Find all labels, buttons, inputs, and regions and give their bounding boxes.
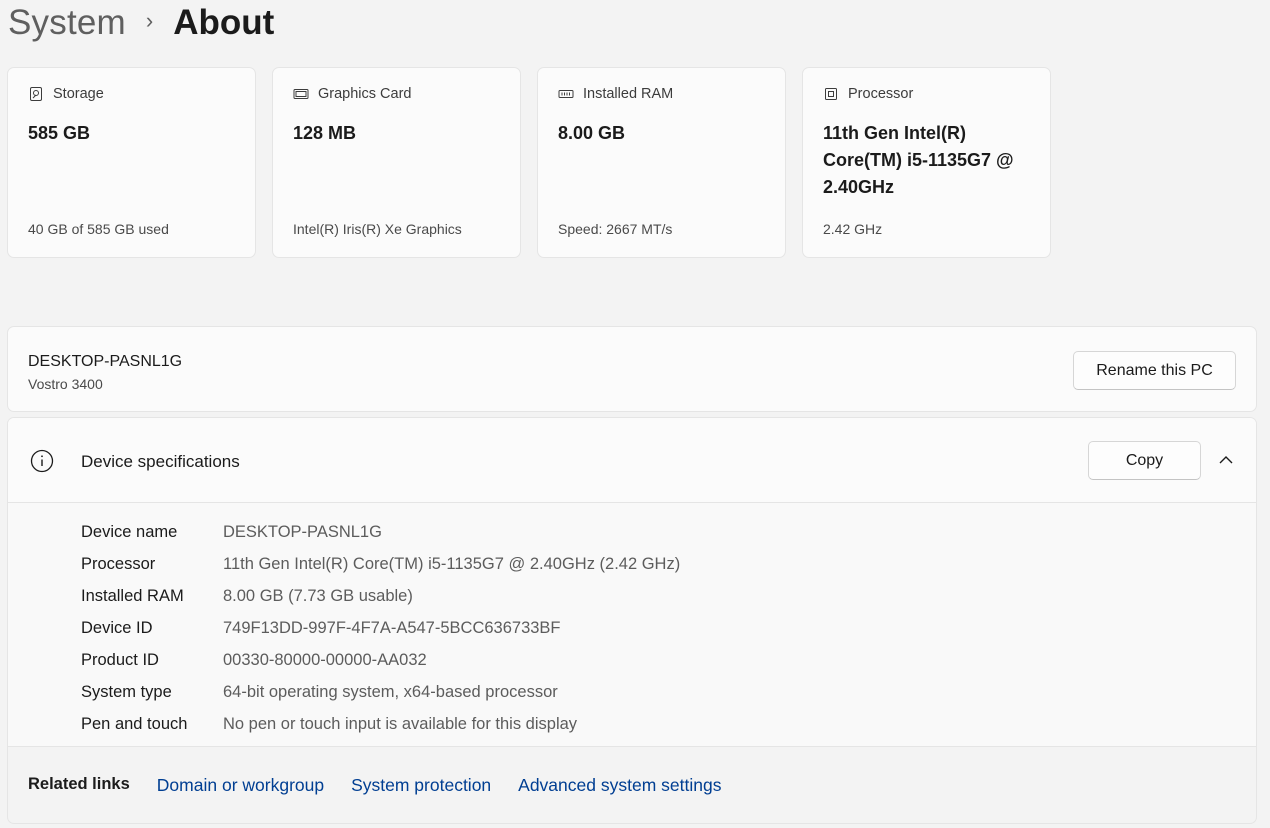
- rename-pc-button[interactable]: Rename this PC: [1073, 351, 1236, 390]
- storage-value: 585 GB: [28, 123, 91, 143]
- spec-row-device-name: Device name DESKTOP-PASNL1G: [81, 516, 680, 548]
- graphics-card-icon: [293, 86, 309, 102]
- graphics-card-label: Graphics Card: [318, 86, 412, 102]
- storage-label: Storage: [53, 86, 104, 102]
- domain-or-workgroup-link[interactable]: Domain or workgroup: [157, 775, 324, 796]
- device-specifications-header[interactable]: Device specifications Copy: [8, 418, 1256, 503]
- spec-key: Product ID: [81, 650, 159, 669]
- info-icon: [30, 449, 54, 473]
- ram-icon: [558, 86, 574, 102]
- graphics-card-card: Graphics Card 128 MB Intel(R) Iris(R) Xe…: [272, 67, 521, 258]
- spec-value: 8.00 GB (7.73 GB usable): [223, 586, 413, 605]
- device-specifications-panel: Device specifications Copy Device name D…: [7, 417, 1257, 747]
- storage-card: Storage 585 GB 40 GB of 585 GB used: [7, 67, 256, 258]
- spec-key: Device name: [81, 522, 178, 541]
- processor-value: 11th Gen Intel(R) Core(TM) i5-1135G7 @ 2…: [823, 123, 1014, 197]
- spec-value: 749F13DD-997F-4F7A-A547-5BCC636733BF: [223, 618, 561, 637]
- breadcrumb-system-link[interactable]: System: [8, 3, 126, 43]
- graphics-card-model: Intel(R) Iris(R) Xe Graphics: [293, 221, 462, 237]
- spec-value: 11th Gen Intel(R) Core(TM) i5-1135G7 @ 2…: [223, 554, 681, 573]
- storage-usage: 40 GB of 585 GB used: [28, 221, 169, 237]
- related-links-label: Related links: [28, 774, 130, 793]
- graphics-card-value: 128 MB: [293, 123, 357, 143]
- breadcrumb-separator-icon: ›: [145, 8, 154, 33]
- pc-name: DESKTOP-PASNL1G: [28, 353, 183, 370]
- processor-label: Processor: [848, 86, 914, 102]
- processor-speed: 2.42 GHz: [823, 221, 883, 237]
- ram-value: 8.00 GB: [558, 123, 626, 143]
- spec-row-product-id: Product ID 00330-80000-00000-AA032: [81, 644, 680, 676]
- spec-value: 00330-80000-00000-AA032: [223, 650, 427, 669]
- spec-key: Installed RAM: [81, 586, 184, 605]
- spec-row-pen-and-touch: Pen and touch No pen or touch input is a…: [81, 708, 680, 740]
- pc-model: Vostro 3400: [28, 376, 103, 392]
- spec-row-device-id: Device ID 749F13DD-997F-4F7A-A547-5BCC63…: [81, 612, 680, 644]
- spec-row-processor: Processor 11th Gen Intel(R) Core(TM) i5-…: [81, 548, 680, 580]
- spec-value: No pen or touch input is available for t…: [223, 714, 578, 733]
- spec-value: 64-bit operating system, x64-based proce…: [223, 682, 558, 701]
- storage-icon: [28, 86, 44, 102]
- chevron-up-icon[interactable]: [1215, 449, 1237, 471]
- spec-row-installed-ram: Installed RAM 8.00 GB (7.73 GB usable): [81, 580, 680, 612]
- ram-card: Installed RAM 8.00 GB Speed: 2667 MT/s: [537, 67, 786, 258]
- ram-label: Installed RAM: [583, 86, 674, 102]
- processor-icon: [823, 86, 839, 102]
- spec-key: System type: [81, 682, 172, 701]
- ram-speed: Speed: 2667 MT/s: [558, 221, 673, 237]
- related-links-bar: Related links Domain or workgroup System…: [7, 747, 1257, 824]
- spec-list: Device name DESKTOP-PASNL1G Processor 11…: [81, 516, 680, 740]
- spec-key: Pen and touch: [81, 714, 188, 733]
- spec-value: DESKTOP-PASNL1G: [223, 522, 382, 541]
- spec-row-system-type: System type 64-bit operating system, x64…: [81, 676, 680, 708]
- page-title: About: [173, 3, 275, 42]
- system-protection-link[interactable]: System protection: [351, 775, 491, 796]
- copy-button[interactable]: Copy: [1088, 441, 1201, 480]
- breadcrumb: System › About: [8, 0, 274, 46]
- spec-key: Processor: [81, 554, 156, 573]
- processor-card: Processor 11th Gen Intel(R) Core(TM) i5-…: [802, 67, 1051, 258]
- device-specifications-title: Device specifications: [81, 452, 240, 471]
- pc-name-panel: DESKTOP-PASNL1G Vostro 3400 Rename this …: [7, 326, 1257, 412]
- spec-key: Device ID: [81, 618, 153, 637]
- advanced-system-settings-link[interactable]: Advanced system settings: [518, 775, 721, 796]
